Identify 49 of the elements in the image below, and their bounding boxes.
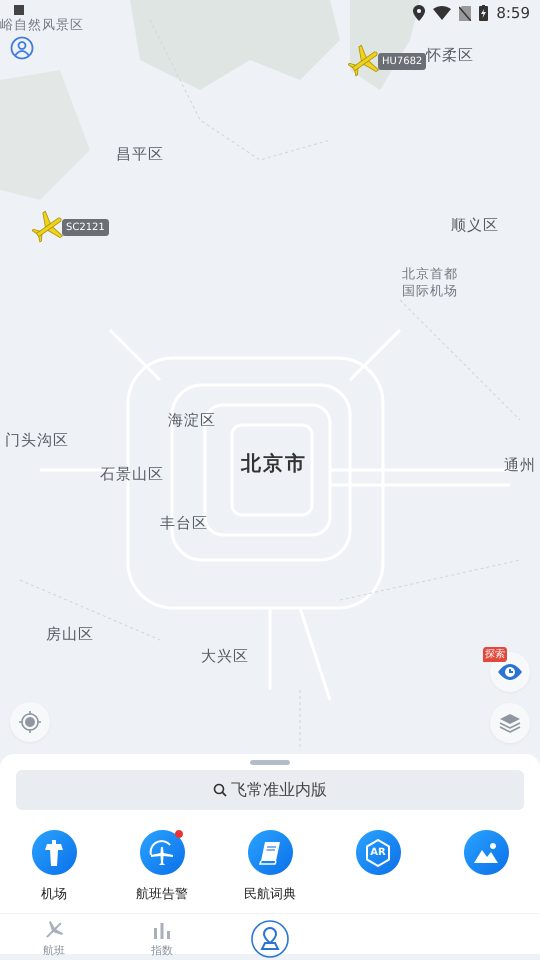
drag-handle xyxy=(250,760,290,765)
flight-tag: SC2121 xyxy=(62,219,109,236)
place-label: 海淀区 xyxy=(168,410,216,431)
shortcut-label: 机场 xyxy=(41,886,67,904)
status-time: 8:59 xyxy=(496,2,530,24)
place-label: 通州 xyxy=(504,455,536,476)
place-label: 大兴区 xyxy=(201,646,249,667)
nav-tab[interactable]: 指数 xyxy=(108,914,216,960)
locate-icon xyxy=(18,710,42,734)
control-tower-icon xyxy=(43,840,65,866)
map-pin-icon xyxy=(250,919,290,959)
user-icon[interactable] xyxy=(10,36,34,60)
battery-icon xyxy=(479,5,488,21)
locate-button[interactable] xyxy=(10,702,50,742)
layers-icon xyxy=(498,711,522,735)
mountain-image-icon xyxy=(473,842,499,864)
shortcut-button[interactable] xyxy=(248,830,292,875)
place-label: 丰台区 xyxy=(160,513,208,534)
place-label: 房山区 xyxy=(46,624,94,645)
shortcut-button[interactable] xyxy=(140,830,184,875)
hexagon-frame-icon xyxy=(363,838,393,868)
city-label: 北京市 xyxy=(241,450,307,477)
airplane-icon[interactable] xyxy=(348,44,382,78)
place-label: 门头沟区 xyxy=(5,430,69,451)
place-label: 石景山区 xyxy=(100,464,164,485)
shortcut-button[interactable] xyxy=(464,830,508,875)
layers-button[interactable] xyxy=(490,703,530,743)
location-pin-icon xyxy=(413,5,426,21)
shortcut-button[interactable] xyxy=(32,830,76,875)
shortcut-label: 航班告警 xyxy=(136,886,188,904)
nav-tab[interactable]: 航班 xyxy=(0,914,108,960)
search-field[interactable]: 飞常准业内版 xyxy=(16,770,524,810)
place-label: 北京首都国际机场 xyxy=(402,267,459,301)
alert-dot xyxy=(174,830,182,838)
place-label: 怀柔区 xyxy=(426,45,474,66)
eye-icon xyxy=(497,662,523,682)
airplane-icon[interactable] xyxy=(32,210,66,244)
plane-radar-icon xyxy=(148,838,176,866)
explore-badge: 探索 xyxy=(483,647,507,662)
shortcut-button[interactable]: AR xyxy=(356,830,400,875)
wifi-icon xyxy=(433,6,452,20)
book-icon xyxy=(259,840,281,864)
place-label: 昌平区 xyxy=(116,144,164,165)
search-icon xyxy=(213,783,227,797)
no-sim-icon xyxy=(459,6,472,20)
place-label: 顺义区 xyxy=(451,215,499,236)
shortcut-label: 民航词典 xyxy=(244,886,296,904)
flight-tag: HU7682 xyxy=(378,53,426,70)
place-label: 峪自然风景区 xyxy=(0,17,84,35)
